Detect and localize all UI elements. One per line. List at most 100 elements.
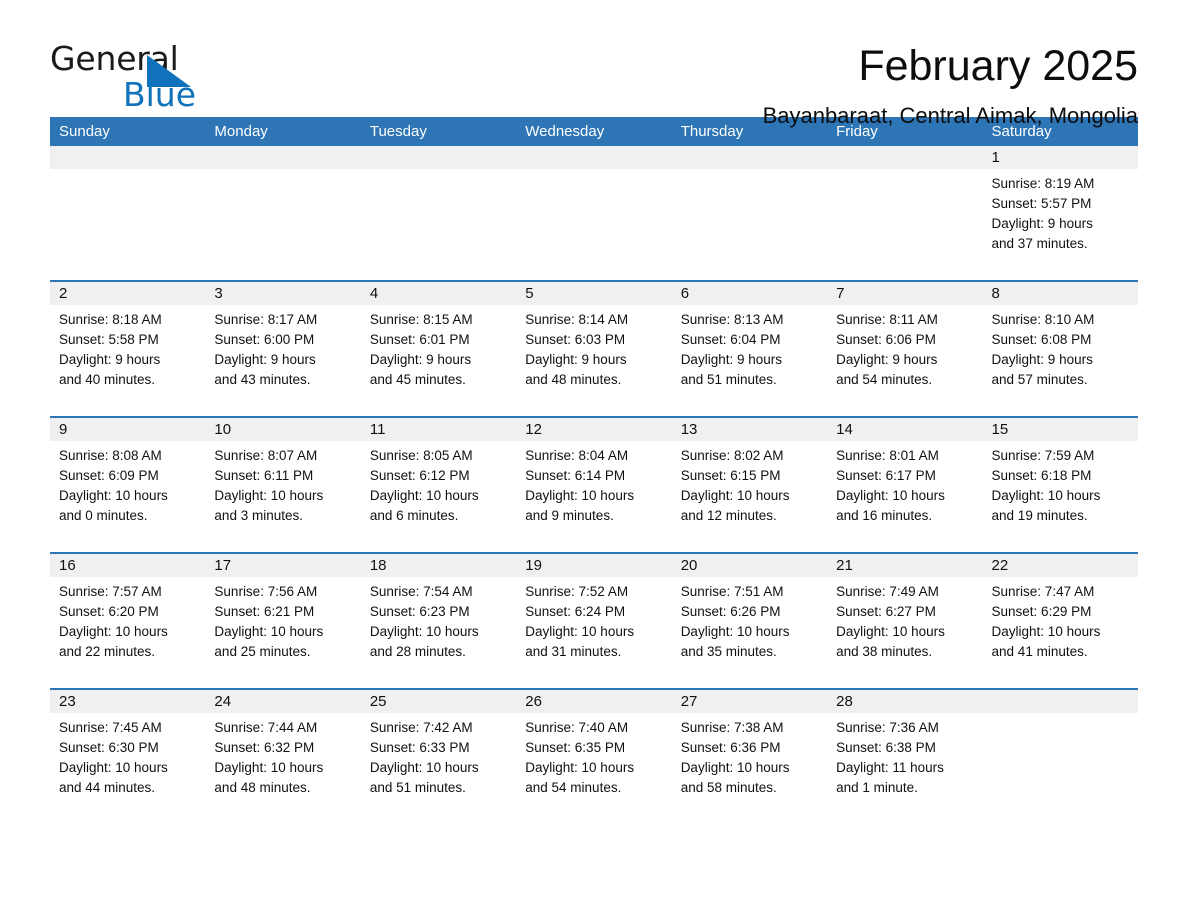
- day-number[interactable]: 17: [205, 554, 360, 577]
- day-cell[interactable]: Sunrise: 8:02 AM Sunset: 6:15 PM Daylight:…: [672, 441, 827, 552]
- day-details-band: Sunrise: 8:18 AM Sunset: 5:58 PM Daylight:…: [50, 305, 1138, 416]
- day-cell[interactable]: Sunrise: 7:45 AM Sunset: 6:30 PM Daylight:…: [50, 713, 205, 825]
- calendar-week-row: 2 3 4 5 6 7 8 Sunrise: 8:18 AM Sunset: 5:58 PM Da…: [50, 280, 1138, 416]
- day-cell[interactable]: Sunrise: 8:07 AM Sunset: 6:11 PM Daylight:…: [205, 441, 360, 552]
- day-detail-line: Sunset: 6:26 PM: [680, 604, 781, 619]
- day-cell[interactable]: Sunrise: 8:08 AM Sunset: 6:09 PM Daylight:…: [50, 441, 205, 552]
- day-detail-line: Daylight: 10 hours: [525, 760, 635, 775]
- day-detail-line: Sunset: 6:09 PM: [59, 468, 159, 483]
- day-number[interactable]: 19: [516, 554, 671, 577]
- page-title: February 2025: [858, 42, 1138, 90]
- day-cell[interactable]: Sunrise: 7:47 AM Sunset: 6:29 PM Daylight:…: [983, 577, 1138, 688]
- day-cell[interactable]: Sunrise: 8:11 AM Sunset: 6:06 PM Daylight:…: [827, 305, 982, 416]
- day-cell[interactable]: Sunrise: 8:13 AM Sunset: 6:04 PM Daylight:…: [672, 305, 827, 416]
- calendar-page: General Blue February 2025 Bayanbaraat, …: [0, 0, 1188, 918]
- day-number[interactable]: 9: [50, 418, 205, 441]
- day-number[interactable]: 18: [361, 554, 516, 577]
- day-detail-line: Sunset: 5:58 PM: [59, 332, 159, 347]
- day-detail-line: Sunrise: 7:59 AM: [991, 448, 1095, 463]
- day-detail-line: and 22 minutes.: [59, 644, 156, 659]
- day-detail-line: and 16 minutes.: [836, 508, 933, 523]
- day-cell[interactable]: Sunrise: 7:38 AM Sunset: 6:36 PM Daylight:…: [672, 713, 827, 825]
- day-cell-empty: [672, 169, 827, 280]
- day-detail-line: Daylight: 10 hours: [59, 488, 168, 503]
- day-cell[interactable]: Sunrise: 8:04 AM Sunset: 6:14 PM Daylight:…: [516, 441, 671, 552]
- day-detail-line: Daylight: 11 hours: [836, 760, 944, 775]
- day-number[interactable]: 10: [205, 418, 360, 441]
- day-detail-line: Sunset: 6:23 PM: [369, 604, 470, 619]
- day-details-band: Sunrise: 8:19 AM Sunset: 5:57 PM Daylight:…: [50, 169, 1138, 280]
- day-number[interactable]: 16: [50, 554, 205, 577]
- calendar-grid: Sunday Monday Tuesday Wednesday Thursday Frid…: [50, 117, 1138, 825]
- day-number[interactable]: 7: [827, 282, 982, 305]
- weekday-header-thursday: Thursday: [680, 123, 744, 140]
- day-number[interactable]: 14: [827, 418, 982, 441]
- day-number[interactable]: 22: [983, 554, 1138, 577]
- day-number[interactable]: 11: [361, 418, 516, 441]
- day-cell[interactable]: Sunrise: 7:44 AM Sunset: 6:32 PM Daylight:…: [205, 713, 360, 825]
- day-details-band: Sunrise: 8:08 AM Sunset: 6:09 PM Daylight:…: [50, 441, 1138, 552]
- day-detail-line: and 28 minutes.: [369, 644, 466, 659]
- generalblue-logo[interactable]: General Blue: [50, 42, 250, 114]
- day-number[interactable]: 2: [50, 282, 205, 305]
- day-cell[interactable]: Sunrise: 8:14 AM Sunset: 6:03 PM Daylight:…: [516, 305, 671, 416]
- day-detail-line: Sunset: 6:29 PM: [991, 604, 1092, 619]
- day-cell[interactable]: Sunrise: 8:10 AM Sunset: 6:08 PM Daylight:…: [983, 305, 1138, 416]
- day-number[interactable]: 4: [361, 282, 516, 305]
- day-detail-line: and 38 minutes.: [836, 644, 933, 659]
- day-detail-line: Daylight: 10 hours: [525, 624, 635, 639]
- day-cell[interactable]: Sunrise: 8:05 AM Sunset: 6:12 PM Daylight:…: [361, 441, 516, 552]
- page-header: General Blue February 2025 Bayanbaraat, …: [50, 0, 1138, 128]
- day-number[interactable]: 5: [516, 282, 671, 305]
- day-number[interactable]: 6: [672, 282, 827, 305]
- day-cell[interactable]: Sunrise: 7:36 AM Sunset: 6:38 PM Daylight:…: [827, 713, 982, 825]
- day-cell[interactable]: Sunrise: 7:56 AM Sunset: 6:21 PM Daylight:…: [205, 577, 360, 688]
- day-number[interactable]: 13: [672, 418, 827, 441]
- day-cell-empty: [983, 713, 1138, 825]
- day-number-empty: [205, 146, 360, 169]
- day-number[interactable]: 12: [516, 418, 671, 441]
- weekday-header-tuesday: Tuesday: [369, 123, 427, 140]
- day-detail-line: and 19 minutes.: [991, 508, 1088, 523]
- day-number[interactable]: 21: [827, 554, 982, 577]
- day-number[interactable]: 15: [983, 418, 1138, 441]
- day-detail-line: Daylight: 10 hours: [214, 624, 324, 639]
- day-cell[interactable]: Sunrise: 7:42 AM Sunset: 6:33 PM Daylight:…: [361, 713, 516, 825]
- day-cell[interactable]: Sunrise: 7:40 AM Sunset: 6:35 PM Daylight:…: [516, 713, 671, 825]
- day-cell[interactable]: Sunrise: 7:54 AM Sunset: 6:23 PM Daylight:…: [361, 577, 516, 688]
- day-detail-line: and 54 minutes.: [836, 372, 933, 387]
- day-cell[interactable]: Sunrise: 8:17 AM Sunset: 6:00 PM Daylight:…: [205, 305, 360, 416]
- day-detail-line: Sunrise: 7:56 AM: [214, 584, 318, 599]
- day-cell[interactable]: Sunrise: 7:59 AM Sunset: 6:18 PM Daylight:…: [983, 441, 1138, 552]
- day-detail-line: Sunset: 6:27 PM: [836, 604, 936, 619]
- day-number[interactable]: 8: [983, 282, 1138, 305]
- day-cell[interactable]: Sunrise: 7:57 AM Sunset: 6:20 PM Daylight:…: [50, 577, 205, 688]
- day-number[interactable]: 25: [361, 690, 516, 713]
- calendar-week-row: 1 Sunrise: 8:19 AM Sunset: 5:57 PM Daylight…: [50, 146, 1138, 280]
- day-number[interactable]: 24: [205, 690, 360, 713]
- day-cell[interactable]: Sunrise: 8:15 AM Sunset: 6:01 PM Daylight:…: [361, 305, 516, 416]
- day-detail-line: and 45 minutes.: [369, 372, 466, 387]
- day-cell[interactable]: Sunrise: 7:49 AM Sunset: 6:27 PM Daylight:…: [827, 577, 982, 688]
- calendar-weeks: 1 Sunrise: 8:19 AM Sunset: 5:57 PM Daylight…: [50, 146, 1138, 825]
- day-cell[interactable]: Sunrise: 8:01 AM Sunset: 6:17 PM Daylight:…: [827, 441, 982, 552]
- day-detail-line: Sunrise: 8:18 AM: [59, 312, 162, 327]
- day-detail-line: Sunrise: 7:38 AM: [680, 720, 784, 735]
- day-detail-line: and 58 minutes.: [680, 780, 777, 795]
- day-cell[interactable]: Sunrise: 8:18 AM Sunset: 5:58 PM Daylight:…: [50, 305, 205, 416]
- day-number[interactable]: 28: [827, 690, 982, 713]
- day-detail-line: Daylight: 10 hours: [369, 624, 479, 639]
- day-cell[interactable]: Sunrise: 7:52 AM Sunset: 6:24 PM Daylight:…: [516, 577, 671, 688]
- day-number[interactable]: 3: [205, 282, 360, 305]
- day-number[interactable]: 26: [516, 690, 671, 713]
- day-number[interactable]: 27: [672, 690, 827, 713]
- day-number[interactable]: 23: [50, 690, 205, 713]
- day-detail-line: and 37 minutes.: [991, 236, 1088, 251]
- day-cell[interactable]: Sunrise: 8:19 AM Sunset: 5:57 PM Daylight:…: [983, 169, 1138, 280]
- day-number[interactable]: 1: [983, 146, 1138, 169]
- day-cell[interactable]: Sunrise: 7:51 AM Sunset: 6:26 PM Daylight:…: [672, 577, 827, 688]
- day-detail-line: and 40 minutes.: [59, 372, 156, 387]
- day-number-band: 16 17 18 19 20 21 22: [50, 554, 1138, 577]
- day-detail-line: and 48 minutes.: [214, 780, 311, 795]
- day-number[interactable]: 20: [672, 554, 827, 577]
